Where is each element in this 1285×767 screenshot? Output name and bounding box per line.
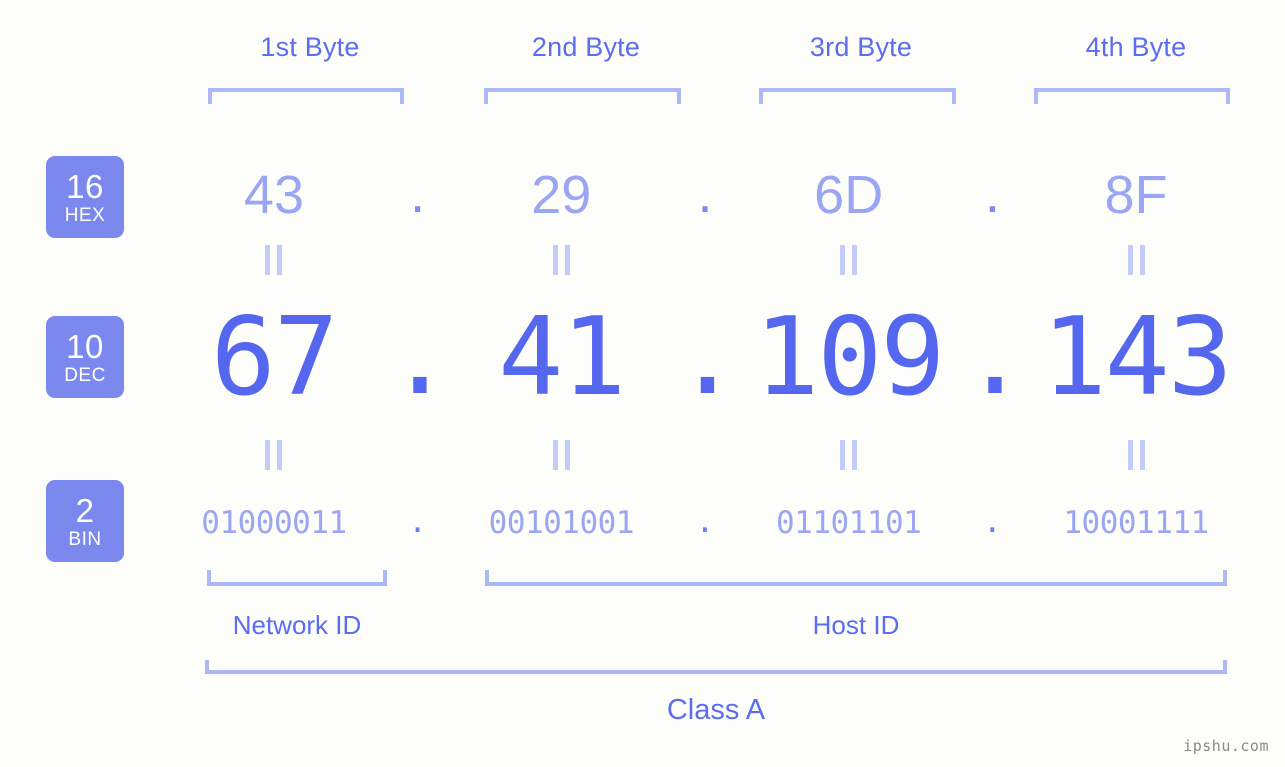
base-badge-dec-number: 10 bbox=[66, 327, 104, 365]
binary-byte-3: 01101101 bbox=[776, 505, 922, 541]
byte-header-4: 4th Byte bbox=[1085, 32, 1187, 62]
equality-mark-1 bbox=[160, 245, 388, 275]
decimal-separator-3: . bbox=[962, 294, 1028, 420]
binary-value-row: 01000011 . 00101001 . 01101101 . 1000111… bbox=[160, 495, 1250, 551]
equality-mark-8 bbox=[1022, 440, 1250, 470]
base-badge-bin-number: 2 bbox=[75, 491, 95, 529]
base-badge-hex: 16 HEX bbox=[46, 156, 124, 238]
host-id-bracket bbox=[485, 570, 1227, 586]
decimal-byte-3: 109 bbox=[754, 294, 945, 420]
byte-bracket-2 bbox=[484, 88, 681, 104]
base-badge-bin-name: BIN bbox=[68, 528, 102, 550]
byte-bracket-1 bbox=[208, 88, 404, 104]
byte-header-2: 2nd Byte bbox=[531, 32, 641, 62]
base-badge-dec: 10 DEC bbox=[46, 316, 124, 398]
decimal-byte-2: 41 bbox=[498, 294, 626, 420]
base-badge-hex-name: HEX bbox=[64, 204, 106, 226]
byte-bracket-3 bbox=[759, 88, 956, 104]
class-bracket bbox=[205, 660, 1227, 674]
equality-mark-3 bbox=[735, 245, 963, 275]
binary-separator-3: . bbox=[983, 504, 1002, 541]
binary-separator-1: . bbox=[408, 504, 427, 541]
byte-bracket-4 bbox=[1034, 88, 1230, 104]
host-id-label: Host ID bbox=[812, 610, 900, 640]
binary-separator-2: . bbox=[695, 504, 715, 541]
equality-mark-7 bbox=[735, 440, 963, 470]
class-label: Class A bbox=[666, 694, 766, 726]
byte-header-3: 3rd Byte bbox=[809, 32, 913, 62]
watermark: ipshu.com bbox=[1183, 737, 1269, 755]
byte-header-1: 1st Byte bbox=[260, 32, 360, 62]
network-id-label: Network ID bbox=[232, 610, 362, 640]
equality-mark-6 bbox=[447, 440, 675, 470]
network-id-bracket bbox=[207, 570, 387, 586]
hex-byte-4: 8F bbox=[1104, 165, 1168, 225]
decimal-byte-4: 143 bbox=[1041, 294, 1233, 420]
base-badge-bin: 2 BIN bbox=[46, 480, 124, 562]
binary-byte-1: 01000011 bbox=[201, 505, 347, 541]
decimal-separator-1: . bbox=[387, 294, 453, 420]
equality-mark-2 bbox=[447, 245, 675, 275]
decimal-value-row: 67 . 41 . 109 . 143 bbox=[160, 290, 1250, 425]
hex-value-row: 43 . 29 . 6D . 8F bbox=[160, 150, 1250, 240]
binary-byte-4: 10001111 bbox=[1063, 505, 1209, 541]
ip-breakdown-diagram: 1st Byte 2nd Byte 3rd Byte 4th Byte 16 H… bbox=[0, 0, 1285, 767]
decimal-separator-2: . bbox=[675, 294, 741, 420]
hex-byte-2: 29 bbox=[531, 165, 592, 225]
hex-separator-1: . bbox=[410, 164, 426, 225]
equality-marks-dec-bin bbox=[160, 440, 1250, 470]
decimal-byte-1: 67 bbox=[210, 294, 339, 420]
equality-marks-hex-dec bbox=[160, 245, 1250, 275]
equality-mark-5 bbox=[160, 440, 388, 470]
hex-separator-2: . bbox=[697, 164, 713, 225]
base-badge-dec-name: DEC bbox=[64, 364, 106, 386]
base-badge-hex-number: 16 bbox=[66, 167, 104, 205]
hex-byte-3: 6D bbox=[814, 165, 884, 225]
binary-byte-2: 00101001 bbox=[488, 505, 635, 541]
equality-mark-4 bbox=[1022, 245, 1250, 275]
hex-byte-1: 43 bbox=[243, 165, 304, 225]
hex-separator-3: . bbox=[984, 164, 1000, 225]
